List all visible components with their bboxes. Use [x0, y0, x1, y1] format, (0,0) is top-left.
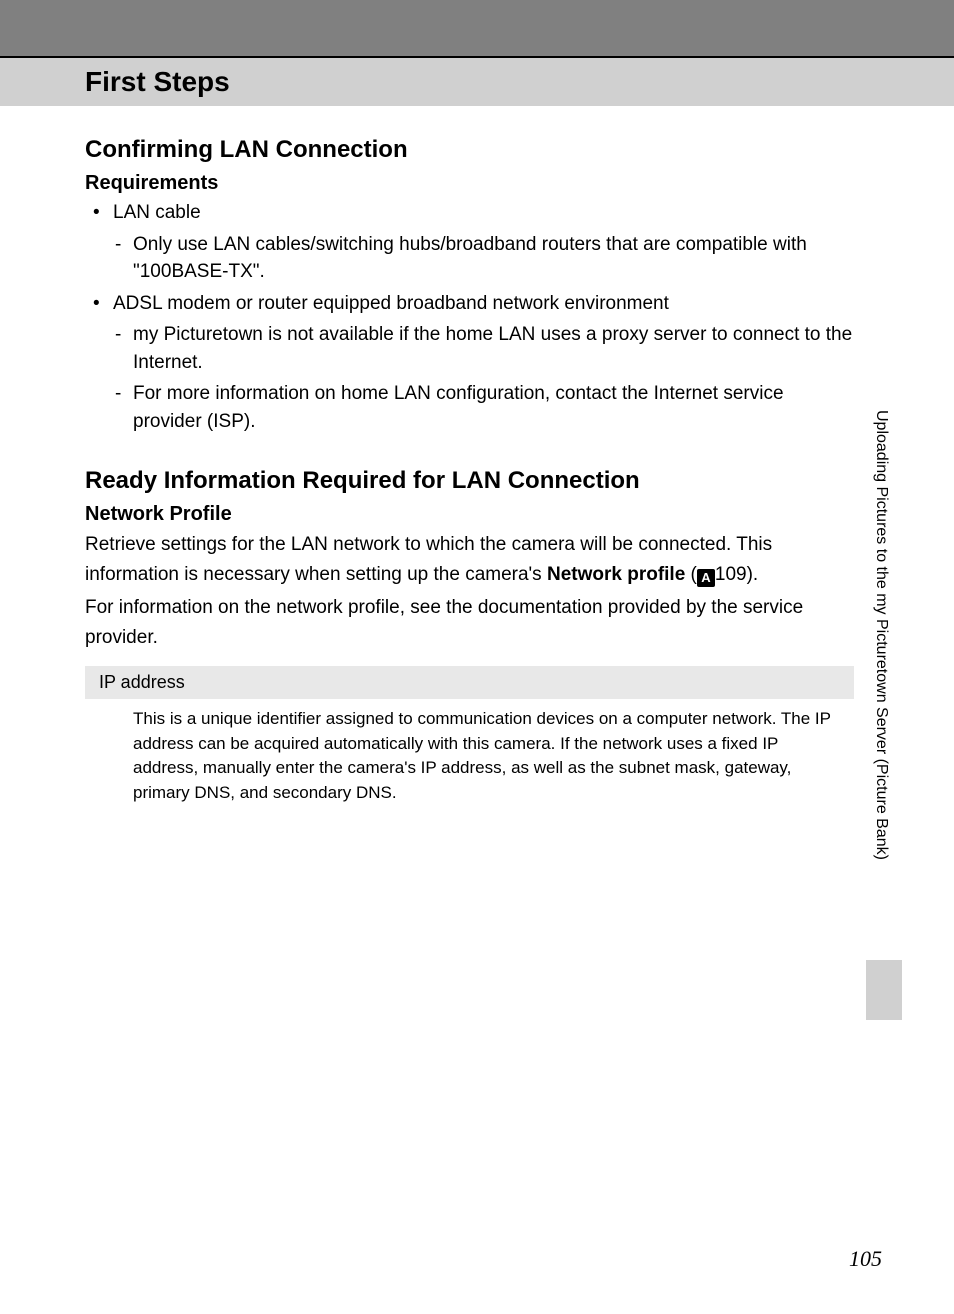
list-item: ADSL modem or router equipped broadband …: [85, 290, 854, 318]
text: 109).: [715, 564, 758, 585]
text: (: [685, 564, 697, 585]
title-band: First Steps: [0, 56, 954, 106]
table-header: IP address: [85, 666, 854, 699]
page-title: First Steps: [85, 66, 954, 98]
paragraph: Retrieve settings for the LAN network to…: [85, 530, 854, 589]
section-heading-ready: Ready Information Required for LAN Conne…: [85, 467, 854, 495]
paragraph: For information on the network profile, …: [85, 593, 854, 652]
list-item: my Picturetown is not available if the h…: [85, 321, 854, 376]
subsection-network-profile: Network Profile: [85, 503, 854, 526]
section-heading-confirming: Confirming LAN Connection: [85, 136, 854, 164]
top-grey-band: [0, 0, 954, 56]
document-page: First Steps Confirming LAN Connection Re…: [0, 0, 954, 1314]
requirements-list: LAN cable Only use LAN cables/switching …: [85, 199, 854, 435]
info-table: IP address This is a unique identifier a…: [85, 666, 854, 814]
side-tab: Uploading Pictures to the my Picturetown…: [872, 410, 896, 1030]
content-area: Confirming LAN Connection Requirements L…: [0, 106, 954, 814]
side-tab-marker: [866, 960, 902, 1020]
subsection-requirements: Requirements: [85, 172, 854, 195]
side-chapter-label: Uploading Pictures to the my Picturetown…: [872, 410, 890, 940]
cross-reference-icon: A: [697, 569, 715, 587]
list-item: Only use LAN cables/switching hubs/broad…: [85, 231, 854, 286]
list-item: For more information on home LAN configu…: [85, 380, 854, 435]
page-number: 105: [849, 1246, 882, 1272]
list-item: LAN cable: [85, 199, 854, 227]
table-body: This is a unique identifier assigned to …: [85, 699, 854, 814]
bold-text: Network profile: [547, 564, 685, 585]
